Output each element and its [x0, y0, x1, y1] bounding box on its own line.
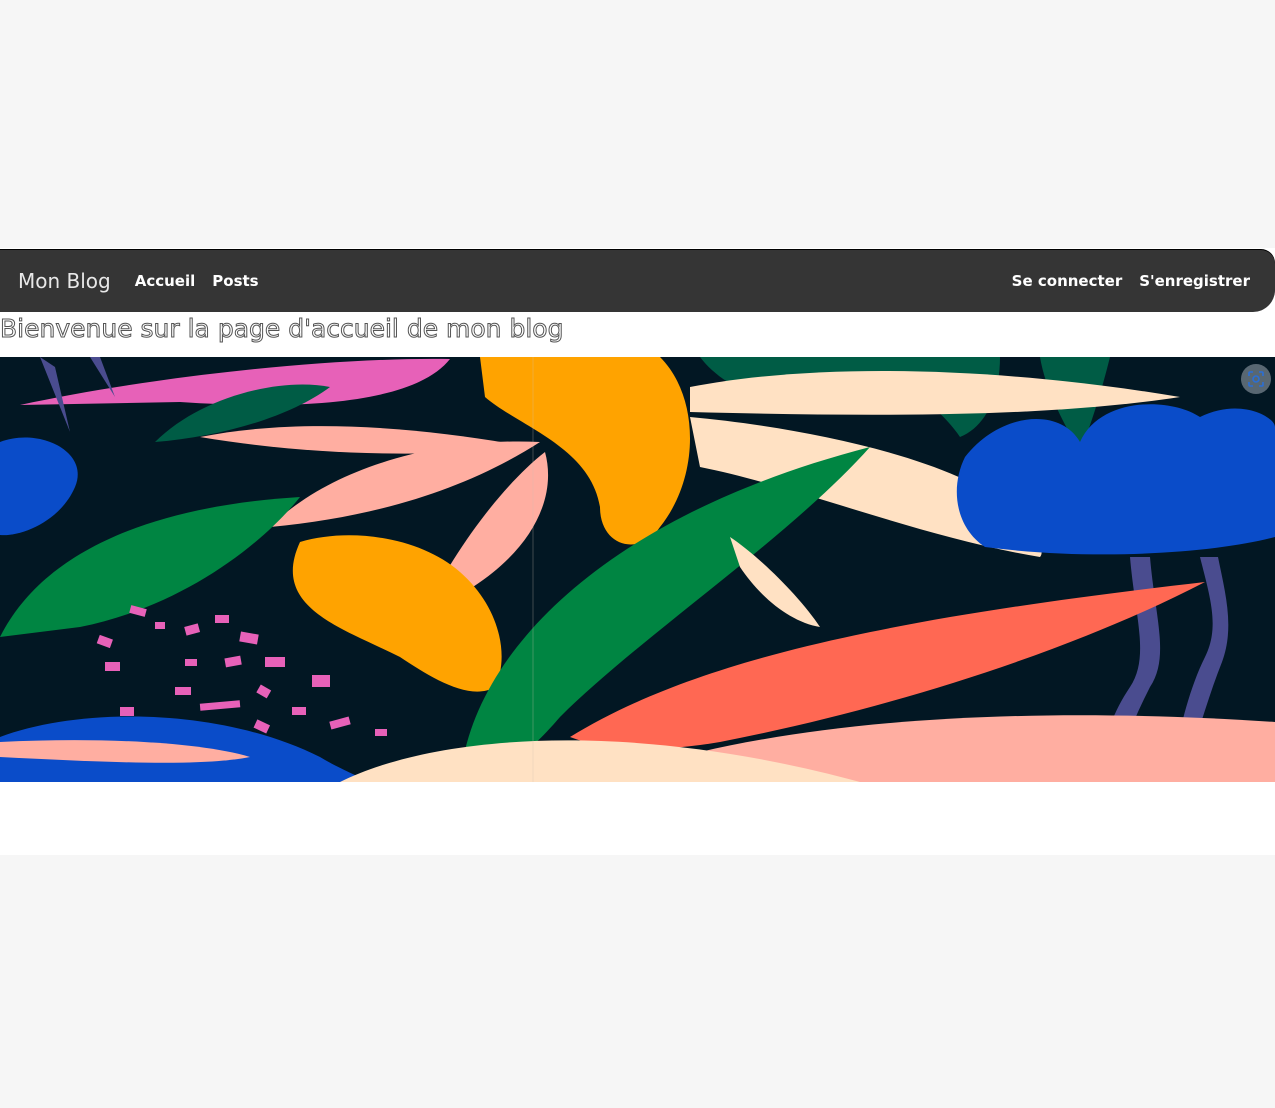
top-navbar: Mon Blog Accueil Posts Se connecter S'en… — [0, 250, 1275, 312]
lens-scan-glyph — [1248, 371, 1264, 387]
page: Mon Blog Accueil Posts Se connecter S'en… — [0, 0, 1275, 1108]
welcome-heading: Bienvenue sur la page d'accueil de mon b… — [0, 314, 564, 344]
brand-link[interactable]: Mon Blog — [18, 269, 111, 293]
login-link[interactable]: Se connecter — [1012, 272, 1123, 290]
nav-link-accueil[interactable]: Accueil — [135, 272, 196, 290]
auth-links: Se connecter S'enregistrer — [995, 272, 1257, 290]
lens-scan-icon[interactable] — [1241, 364, 1271, 394]
register-link[interactable]: S'enregistrer — [1139, 272, 1250, 290]
banner-image — [0, 357, 1275, 782]
banner-illustration — [0, 357, 1275, 782]
blog-home-content: Mon Blog Accueil Posts Se connecter S'en… — [0, 248, 1275, 855]
nav-link-posts[interactable]: Posts — [212, 272, 258, 290]
